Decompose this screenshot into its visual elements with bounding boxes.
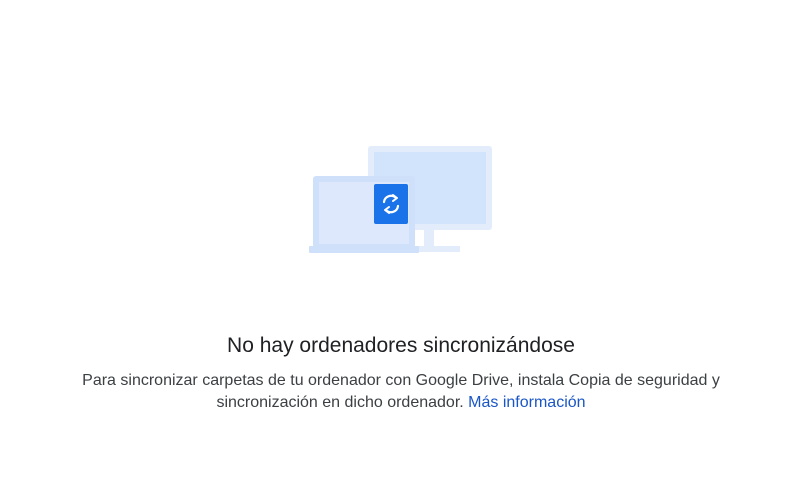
computers-sync-icon: [300, 140, 500, 260]
empty-state-description: Para sincronizar carpetas de tu ordenado…: [51, 370, 751, 414]
description-text: Para sincronizar carpetas de tu ordenado…: [82, 372, 720, 411]
empty-state-page: No hay ordenadores sincronizándose Para …: [0, 0, 802, 478]
empty-state-title: No hay ordenadores sincronizándose: [227, 334, 575, 357]
more-info-link[interactable]: Más información: [468, 394, 585, 411]
sync-icon: [374, 184, 408, 224]
